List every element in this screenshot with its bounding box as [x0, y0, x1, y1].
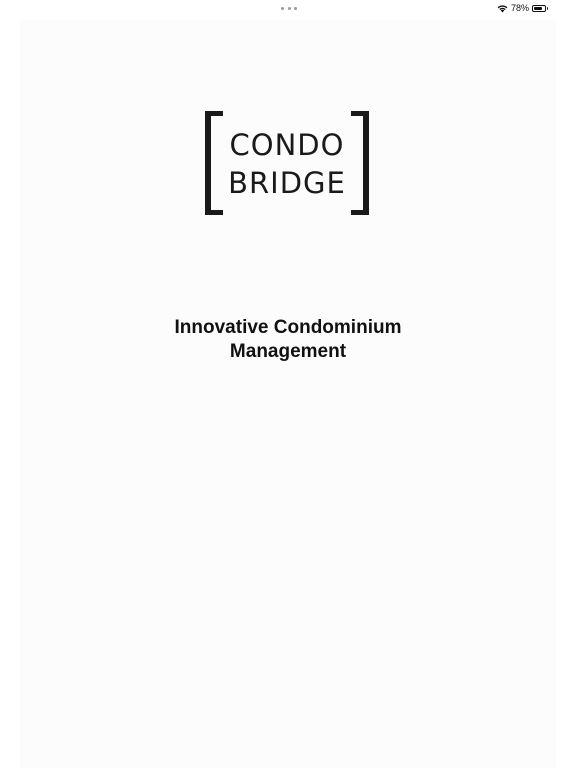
battery-percentage: 78%	[510, 3, 529, 13]
tagline-line-2: Management	[229, 341, 347, 362]
condo-bridge-logo: CONDO BRIDGE	[205, 111, 369, 217]
status-bar: 78%	[0, 0, 576, 16]
splash-screen: 78% CONDO BRIDGE Innovative Condominium …	[0, 0, 576, 768]
status-indicators: 78%	[497, 3, 548, 13]
battery-cap	[546, 7, 548, 10]
multitasking-dots-icon[interactable]	[281, 6, 297, 10]
logo-text-line-1: CONDO	[229, 128, 345, 162]
tagline-line-1: Innovative Condominium	[174, 317, 402, 338]
logo-text-line-2: BRIDGE	[228, 166, 346, 200]
wifi-icon	[497, 4, 508, 12]
battery-fill	[534, 6, 542, 10]
battery-icon	[532, 4, 548, 12]
tagline: Innovative Condominium Management	[0, 316, 576, 364]
